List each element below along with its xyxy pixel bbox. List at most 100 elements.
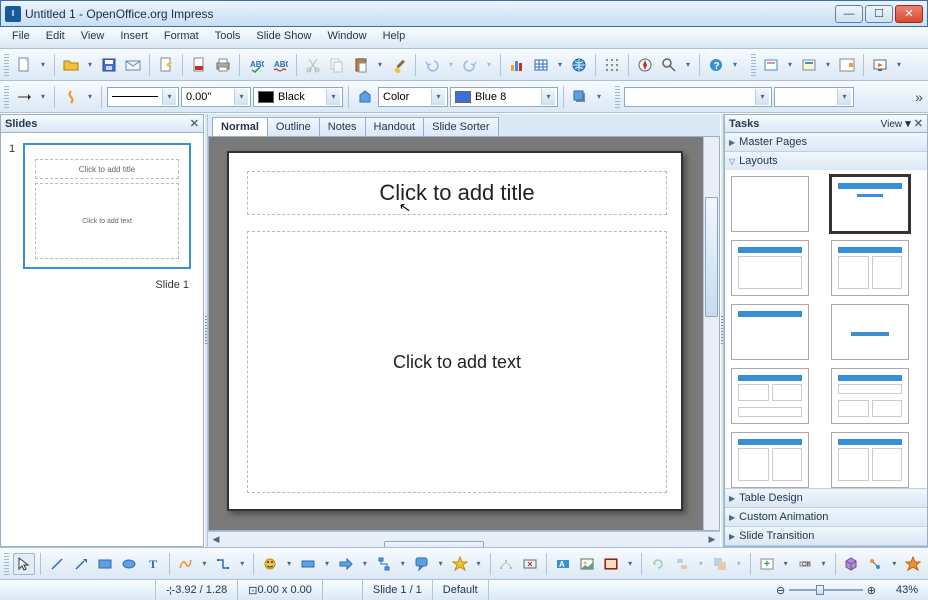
open-button[interactable] — [60, 54, 82, 76]
section-header-custom-animation[interactable]: ▶Custom Animation — [725, 508, 927, 526]
tasks-view-link[interactable]: View — [881, 119, 903, 130]
zoom-dropdown[interactable]: ▾ — [682, 60, 694, 69]
layout-title-content[interactable] — [831, 176, 909, 232]
menu-edit[interactable]: Edit — [38, 27, 73, 48]
flowchart-button[interactable] — [373, 553, 395, 575]
fontwork-button[interactable]: A — [552, 553, 574, 575]
symbol-shapes-button[interactable] — [297, 553, 319, 575]
help-button[interactable]: ? — [705, 54, 727, 76]
line-color-combo[interactable]: Black▾ — [253, 87, 343, 107]
toolbar-grip-5[interactable] — [4, 553, 9, 575]
redo-dropdown[interactable]: ▾ — [483, 60, 495, 69]
zoom-in-button[interactable]: ⊕ — [867, 584, 876, 597]
interaction-button[interactable] — [864, 553, 886, 575]
insert-slide-button[interactable]: + — [756, 553, 778, 575]
select-tool-button[interactable] — [13, 553, 35, 575]
format-paintbrush-button[interactable] — [388, 54, 410, 76]
horizontal-scrollbar[interactable]: ◀ ▶ — [208, 531, 720, 547]
content-placeholder[interactable]: Click to add text — [247, 231, 667, 493]
tab-handout[interactable]: Handout — [365, 117, 425, 136]
section-header-slide-transition[interactable]: ▶Slide Transition — [725, 527, 927, 545]
slide-design-button[interactable] — [798, 54, 820, 76]
toolbar-overflow[interactable]: » — [912, 84, 926, 110]
zoom-value[interactable]: 43% — [886, 580, 922, 600]
grid-button[interactable] — [601, 54, 623, 76]
arrange-button[interactable] — [709, 553, 731, 575]
line-width-combo[interactable]: 0.00"▾ — [181, 87, 251, 107]
menu-help[interactable]: Help — [375, 27, 414, 48]
slide-thumbnail[interactable]: Click to add title Click to add text — [23, 143, 191, 269]
layout-title-two-content[interactable] — [831, 240, 909, 296]
layout-title-one-over-two[interactable] — [831, 368, 909, 424]
zoom-slider[interactable]: ⊖ ⊕ — [766, 580, 886, 600]
glue-points-button[interactable] — [519, 553, 541, 575]
print-button[interactable] — [212, 54, 234, 76]
title-placeholder[interactable]: Click to add title — [247, 171, 667, 215]
connector-dropdown[interactable]: ▾ — [236, 559, 248, 568]
section-header-master-pages[interactable]: ▶Master Pages — [725, 133, 927, 151]
stars-dropdown[interactable]: ▾ — [473, 559, 485, 568]
align-button[interactable] — [671, 553, 693, 575]
layout-title-two-over-one[interactable] — [731, 368, 809, 424]
animation-button[interactable] — [902, 553, 924, 575]
vertical-scrollbar[interactable] — [703, 137, 719, 530]
callouts-button[interactable] — [411, 553, 433, 575]
minimize-button[interactable]: — — [835, 5, 863, 23]
text-tool-button[interactable]: T — [142, 553, 164, 575]
line-style-combo-button[interactable] — [60, 86, 82, 108]
callouts-dropdown[interactable]: ▾ — [435, 559, 447, 568]
tab-slide-sorter[interactable]: Slide Sorter — [423, 117, 498, 136]
zoom-knob[interactable] — [816, 585, 824, 595]
tasks-panel-close-button[interactable]: ✕ — [914, 118, 923, 130]
slide-editable[interactable]: Click to add title ↖ Click to add text — [227, 151, 683, 511]
curve-tool-button[interactable] — [175, 553, 197, 575]
controls-button[interactable]: OK — [794, 553, 816, 575]
layout-title-only[interactable] — [731, 304, 809, 360]
controls-dropdown[interactable]: ▾ — [818, 559, 830, 568]
section-header-layouts[interactable]: ▽Layouts — [725, 152, 927, 170]
tab-outline[interactable]: Outline — [267, 117, 320, 136]
close-button[interactable]: ✕ — [895, 5, 923, 23]
chart-button[interactable] — [506, 54, 528, 76]
zoom-button[interactable] — [658, 54, 680, 76]
auto-spellcheck-button[interactable]: ABC — [269, 54, 291, 76]
edit-file-button[interactable] — [155, 54, 177, 76]
toolbar-grip-2[interactable] — [751, 54, 756, 76]
slides-panel-close-button[interactable]: ✕ — [190, 117, 199, 130]
basic-shapes-dropdown[interactable]: ▾ — [283, 559, 295, 568]
gallery-dropdown[interactable]: ▾ — [624, 559, 636, 568]
slide-design-dropdown[interactable]: ▾ — [822, 60, 834, 69]
open-dropdown[interactable]: ▾ — [84, 60, 96, 69]
block-arrows-button[interactable] — [335, 553, 357, 575]
toolbar-grip-4[interactable] — [615, 86, 620, 108]
new-document-dropdown[interactable]: ▾ — [37, 60, 49, 69]
email-button[interactable] — [122, 54, 144, 76]
paste-button[interactable] — [350, 54, 372, 76]
line-arrow-tool-button[interactable] — [70, 553, 92, 575]
navigator-button[interactable] — [634, 54, 656, 76]
status-slide-style[interactable]: Default — [433, 580, 489, 600]
spellcheck-button[interactable]: ABC — [245, 54, 267, 76]
extrusion-button[interactable] — [841, 553, 863, 575]
gallery-button[interactable] — [600, 553, 622, 575]
fill-mode-combo[interactable]: Color▾ — [378, 87, 448, 107]
block-arrows-dropdown[interactable]: ▾ — [359, 559, 371, 568]
paste-dropdown[interactable]: ▾ — [374, 60, 386, 69]
save-button[interactable] — [98, 54, 120, 76]
table-dropdown[interactable]: ▾ — [554, 60, 566, 69]
layout-title-single[interactable] — [731, 240, 809, 296]
rotate-button[interactable] — [647, 553, 669, 575]
slideshow-button[interactable] — [869, 54, 891, 76]
slideshow-dropdown[interactable]: ▾ — [893, 60, 905, 69]
scroll-right-icon[interactable]: ▶ — [704, 533, 720, 547]
section-header-table-design[interactable]: ▶Table Design — [725, 489, 927, 507]
line-style-combo[interactable]: ▾ — [107, 87, 179, 107]
rectangle-tool-button[interactable] — [94, 553, 116, 575]
menu-insert[interactable]: Insert — [112, 27, 156, 48]
style-combo-2[interactable]: ▾ — [774, 87, 854, 107]
export-pdf-button[interactable] — [188, 54, 210, 76]
shadow-button[interactable] — [569, 86, 591, 108]
slide-layout-button[interactable] — [836, 54, 858, 76]
slide-dropdown[interactable]: ▾ — [784, 60, 796, 69]
area-style-button[interactable] — [354, 86, 376, 108]
